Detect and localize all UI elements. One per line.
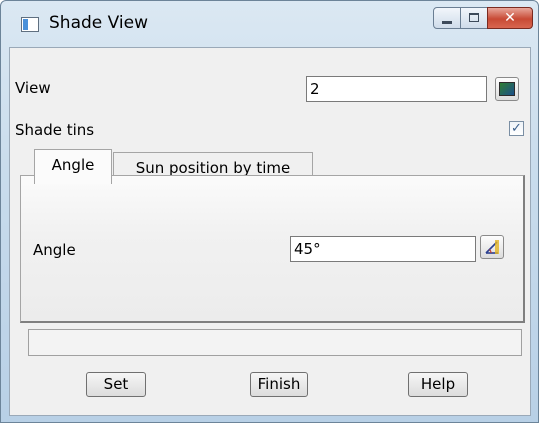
close-icon: ✕ <box>504 10 516 26</box>
title-bar[interactable]: Shade View ✕ <box>1 1 538 47</box>
maximize-button[interactable] <box>460 7 488 29</box>
view-picker-icon <box>499 82 515 96</box>
angle-picker-button[interactable] <box>480 235 504 259</box>
tab-angle[interactable]: Angle <box>34 149 112 184</box>
finish-button[interactable]: Finish <box>250 372 308 397</box>
close-button[interactable]: ✕ <box>487 7 533 29</box>
maximize-icon <box>469 13 479 22</box>
shade-view-window: Shade View ✕ View 2 Shade tins ✓ Angle S… <box>0 0 539 423</box>
set-button[interactable]: Set <box>86 372 146 397</box>
minimize-icon <box>442 21 452 24</box>
view-input[interactable]: 2 <box>306 76 487 102</box>
angle-label: Angle <box>33 241 76 259</box>
angle-input[interactable]: 45° <box>290 236 476 262</box>
view-label: View <box>15 79 51 97</box>
help-button[interactable]: Help <box>408 372 468 397</box>
shade-tins-label: Shade tins <box>15 121 95 139</box>
angle-picker-icon <box>485 240 499 254</box>
view-picker-button[interactable] <box>495 77 519 101</box>
window-icon <box>21 17 39 32</box>
minimize-button[interactable] <box>433 7 461 29</box>
window-title: Shade View <box>49 13 148 33</box>
checkmark-icon: ✓ <box>511 121 522 136</box>
status-bar <box>28 329 522 356</box>
shade-tins-checkbox[interactable]: ✓ <box>509 121 524 136</box>
